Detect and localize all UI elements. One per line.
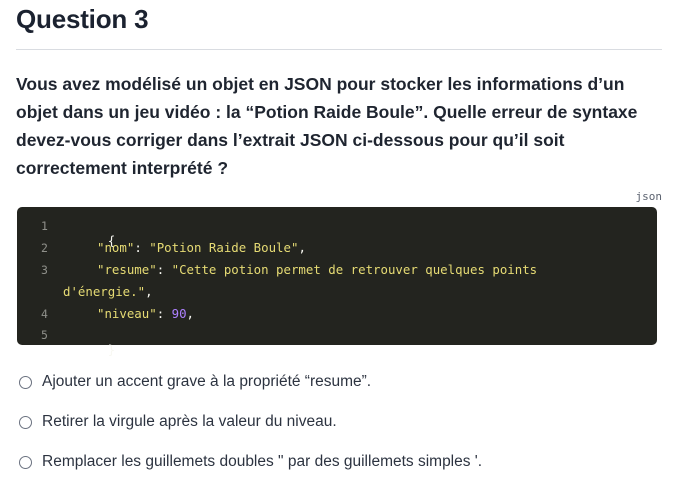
key-nom: "nom" (97, 240, 135, 255)
code-line-5: } (63, 327, 115, 372)
question-text: Vous avez modélisé un objet en JSON pour… (16, 74, 638, 178)
answer-option-label: Remplacer les guillemets doubles " par d… (42, 453, 483, 470)
answer-option-3[interactable]: Remplacer les guillemets doubles " par d… (19, 451, 482, 473)
code-line-3-wrap: d'énergie.", (63, 284, 153, 299)
page-title: Question 3 (16, 4, 149, 34)
value-nom: "Potion Raide Boule" (149, 240, 299, 255)
code-line-3: "resume": "Cette potion permet de retrou… (97, 262, 537, 277)
radio-button-icon[interactable] (19, 455, 32, 469)
title-divider (16, 49, 662, 50)
json-code-block: 1 2 3 4 5 { "nom": "Potion Raide Boule",… (17, 207, 657, 357)
answer-option-label: Ajouter un accent grave à la propriété “… (42, 373, 372, 390)
line-number: 1 (41, 219, 48, 233)
key-resume: "resume" (97, 262, 157, 277)
colon: : (156, 262, 172, 277)
key-niveau: "niveau" (97, 306, 157, 321)
answer-option-label: Retirer la virgule après la valeur du ni… (42, 413, 337, 430)
radio-button-icon[interactable] (19, 375, 32, 389)
line-number: 5 (41, 328, 48, 342)
comma: , (145, 284, 153, 299)
code-language-label: json (635, 190, 663, 203)
line-number: 2 (41, 241, 48, 255)
value-niveau: 90 (171, 306, 187, 321)
quiz-page: Question 3 Vous avez modélisé un objet e… (0, 0, 694, 484)
colon: : (156, 306, 172, 321)
comma: , (186, 306, 194, 321)
answer-option-2[interactable]: Retirer la virgule après la valeur du ni… (19, 411, 337, 433)
answer-option-1[interactable]: Ajouter un accent grave à la propriété “… (19, 371, 371, 393)
comma: , (298, 240, 306, 255)
value-resume: "Cette potion permet de retrouver quelqu… (171, 262, 538, 277)
radio-button-icon[interactable] (19, 415, 32, 429)
line-number: 3 (41, 263, 48, 277)
close-brace: } (107, 342, 116, 357)
line-number: 4 (41, 307, 48, 321)
code-line-2: "nom": "Potion Raide Boule", (97, 240, 306, 255)
colon: : (134, 240, 150, 255)
code-line-4: "niveau": 90, (97, 306, 194, 321)
value-resume-continued: d'énergie." (63, 284, 146, 299)
